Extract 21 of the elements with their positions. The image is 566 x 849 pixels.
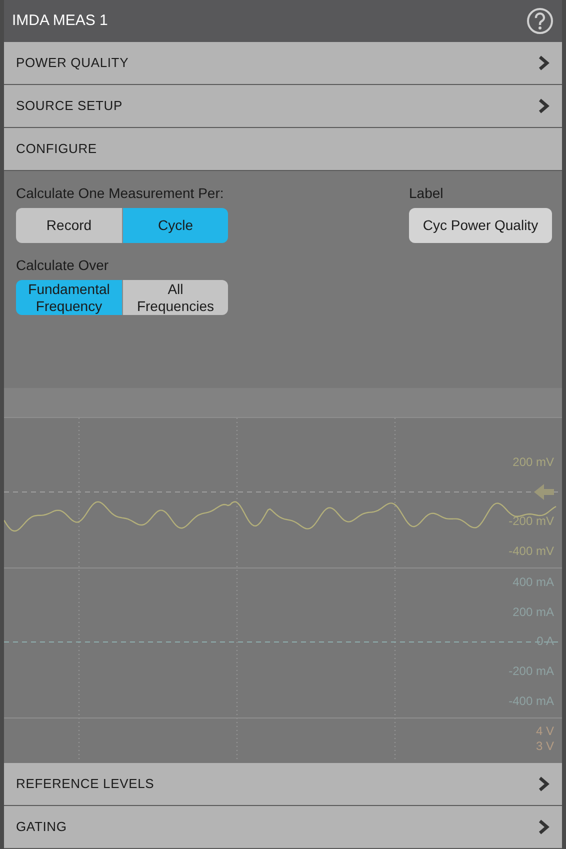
field-label: Calculate Over [16, 256, 110, 275]
label-input[interactable]: Cyc Power Quality [409, 208, 552, 243]
chevron-right-icon [538, 55, 550, 71]
chevron-right-icon [538, 819, 550, 835]
chevron-right-icon [538, 776, 550, 792]
segment-option[interactable]: Fundamental Frequency [16, 280, 122, 315]
section-header[interactable]: REFERENCE LEVELS [4, 763, 562, 806]
section-header[interactable]: GATING [4, 806, 562, 849]
section-header[interactable]: POWER QUALITY [4, 42, 562, 85]
chevron-right-icon [538, 98, 550, 114]
section-header[interactable]: CONFIGURE [4, 128, 562, 171]
help-icon[interactable] [526, 7, 554, 35]
scale-label: 4 V [536, 724, 554, 738]
field-label: Calculate One Measurement Per: [16, 184, 225, 203]
segment-option[interactable]: All Frequencies [122, 280, 228, 315]
field-label: Label [409, 184, 444, 203]
segment-option[interactable]: Cycle [122, 208, 228, 243]
window-title: IMDA MEAS 1 [12, 10, 108, 31]
scale-label: 3 V [536, 739, 554, 753]
segment-option[interactable]: Record [16, 208, 122, 243]
section-header[interactable]: SOURCE SETUP [4, 85, 562, 128]
